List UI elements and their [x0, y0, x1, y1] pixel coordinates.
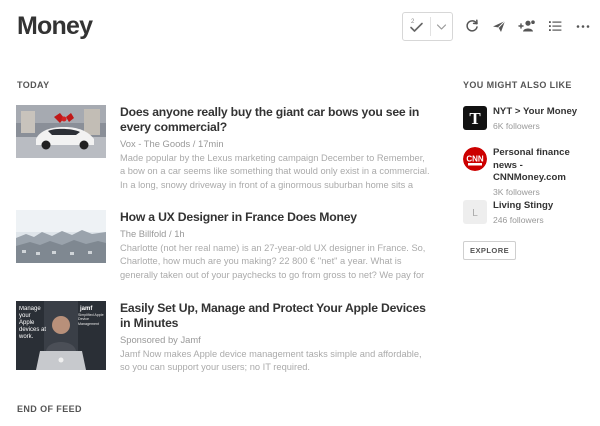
nyt-logo-icon: T: [463, 106, 487, 130]
more-icon: [576, 25, 590, 28]
svg-text:T: T: [469, 109, 481, 128]
page-title: Money: [17, 12, 93, 40]
article-item[interactable]: Does anyone really buy the giant car bow…: [16, 105, 430, 190]
ad-thumb-headline: Manage your Apple devices at work.: [19, 306, 47, 340]
article-item[interactable]: How a UX Designer in France Does Money T…: [16, 210, 430, 290]
suggestion-text: Living Stingy 246 followers: [493, 200, 593, 226]
jamf-ad-image: Manage your Apple devices at work. jamf …: [16, 301, 106, 370]
suggestion-followers: 246 followers: [493, 214, 544, 225]
article-snippet: Jamf Now makes Apple device management t…: [120, 349, 422, 373]
suggestion-text: Personal finance news - CNNMoney.com 3K …: [493, 147, 595, 198]
mark-as-read-group: 2: [402, 12, 453, 41]
mark-read-badge: 2: [411, 19, 415, 25]
paris-rooftops-image: [16, 210, 106, 263]
suggestion-followers: 6K followers: [493, 120, 540, 131]
cnn-logo-icon: CNN: [463, 147, 487, 171]
article-meta: Vox - The Goods / 17min: [120, 138, 224, 149]
send-button[interactable]: [490, 17, 508, 35]
mark-options-button[interactable]: [431, 13, 452, 40]
ad-thumb-tagline: Simplified Apple Device Management: [78, 313, 104, 326]
suggestion-name[interactable]: Living Stingy: [493, 200, 593, 213]
refresh-icon: [466, 19, 478, 32]
explore-button[interactable]: EXPLORE: [463, 241, 517, 260]
article-snippet: Charlotte (not her real name) is an 27-y…: [120, 243, 426, 280]
article-title[interactable]: Easily Set Up, Manage and Protect Your A…: [120, 301, 432, 331]
chevron-down-icon: [436, 24, 447, 30]
article-title[interactable]: How a UX Designer in France Does Money: [120, 210, 432, 225]
send-icon: [493, 20, 506, 32]
list-view-icon: [549, 21, 562, 31]
article-thumbnail: Manage your Apple devices at work. jamf …: [16, 301, 106, 370]
sidebar-section-label: YOU MIGHT ALSO LIKE: [463, 80, 572, 90]
car-with-bow-image: [16, 105, 106, 158]
article-thumbnail: [16, 105, 106, 158]
suggestion-item[interactable]: T NYT > Your Money 6K followers: [463, 106, 593, 132]
more-options-button[interactable]: [574, 17, 592, 35]
suggestion-item[interactable]: CNN Personal finance news - CNNMoney.com…: [463, 147, 593, 197]
list-view-button[interactable]: [546, 17, 564, 35]
mark-as-read-button[interactable]: 2: [403, 13, 430, 40]
article-meta: The Billfold / 1h: [120, 228, 185, 239]
share-button[interactable]: [517, 17, 537, 35]
suggestion-name[interactable]: Personal finance news - CNNMoney.com: [493, 147, 595, 185]
article-title[interactable]: Does anyone really buy the giant car bow…: [120, 105, 432, 135]
suggestion-item[interactable]: L Living Stingy 246 followers: [463, 200, 593, 226]
refresh-button[interactable]: [463, 17, 481, 35]
article-thumbnail: [16, 210, 106, 263]
article-body: Easily Set Up, Manage and Protect Your A…: [120, 301, 432, 376]
article-item-sponsored[interactable]: Manage your Apple devices at work. jamf …: [16, 301, 430, 375]
end-of-feed-label: END OF FEED: [17, 404, 82, 414]
share-people-icon: [518, 20, 535, 32]
cnn-logo-text: CNN: [466, 155, 484, 164]
suggestion-followers: 3K followers: [493, 186, 540, 197]
living-stingy-logo-letter: L: [472, 208, 478, 219]
suggestion-text: NYT > Your Money 6K followers: [493, 106, 593, 132]
ad-thumb-brand: jamf: [79, 306, 93, 312]
section-label-today: TODAY: [17, 80, 50, 90]
article-snippet: Made popular by the Lexus marketing camp…: [120, 153, 430, 190]
article-body: How a UX Designer in France Does Money T…: [120, 210, 432, 282]
article-meta: Sponsored by Jamf: [120, 334, 201, 345]
suggestion-name[interactable]: NYT > Your Money: [493, 106, 593, 119]
article-body: Does anyone really buy the giant car bow…: [120, 105, 432, 192]
living-stingy-logo-icon: L: [463, 200, 487, 224]
check-icon: 2: [410, 19, 423, 32]
